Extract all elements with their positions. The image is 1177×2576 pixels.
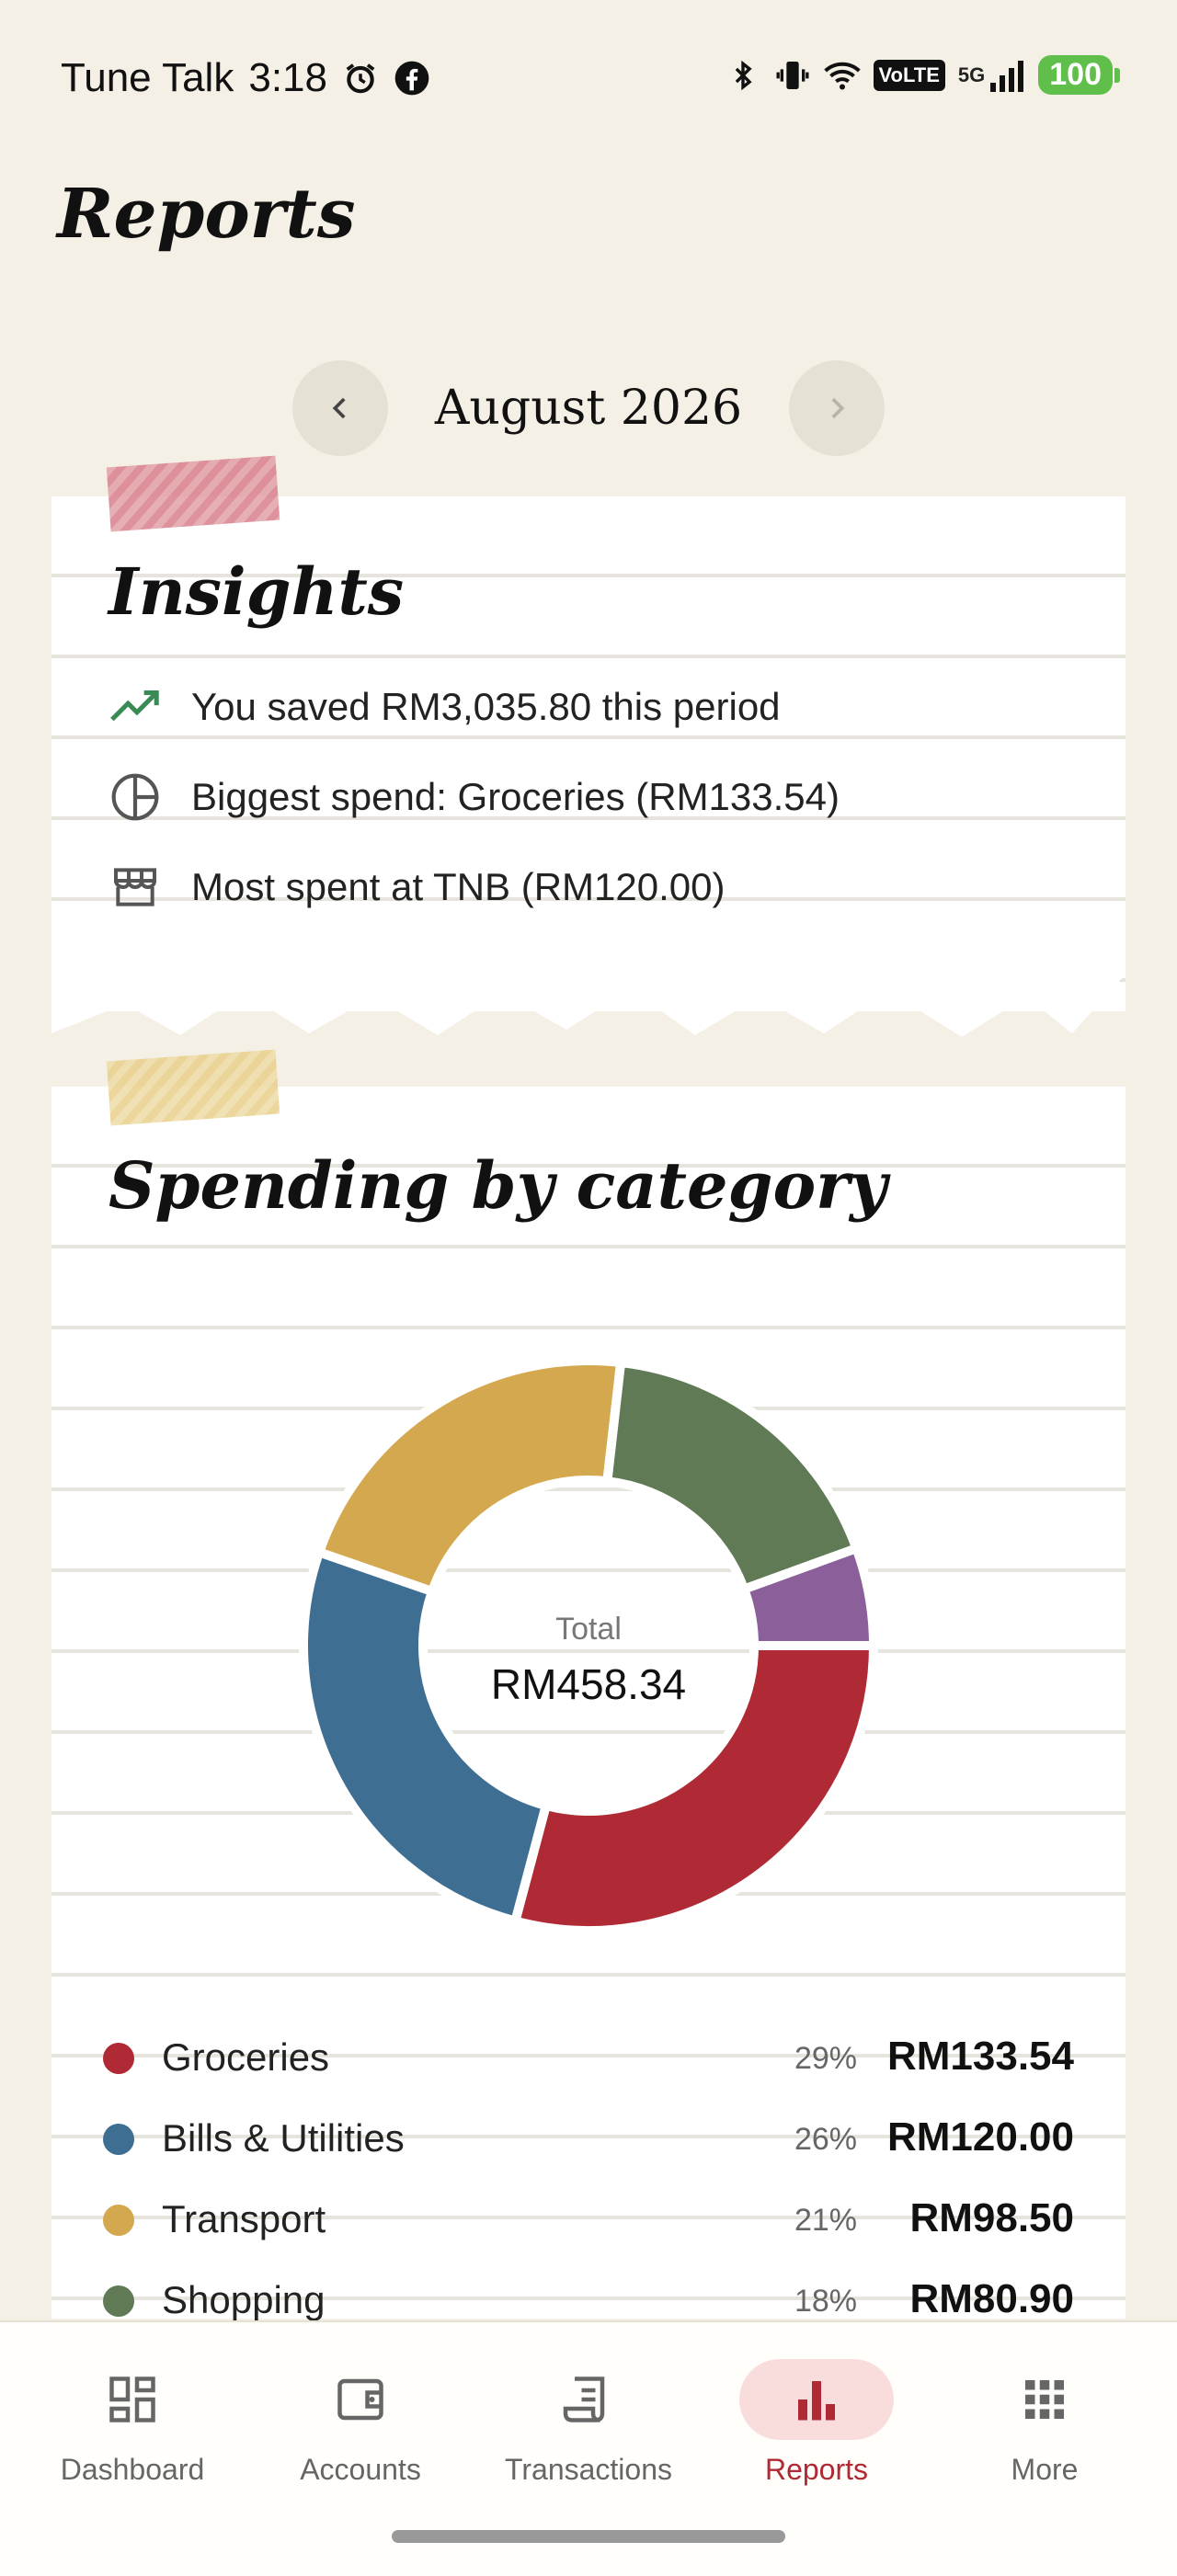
- donut-total-value: RM458.34: [491, 1660, 686, 1708]
- insight-text: Most spent at TNB (RM120.00): [191, 865, 726, 908]
- alarm-icon: [342, 60, 379, 97]
- legend-category: Transport: [162, 2197, 326, 2240]
- legend-percent: 21%: [794, 2203, 857, 2238]
- nav-reports[interactable]: Reports: [706, 2359, 927, 2487]
- network-type: 5G: [957, 63, 986, 86]
- donut-slice-transport[interactable]: [313, 1356, 626, 1598]
- pie-chart-icon: [109, 770, 162, 824]
- next-month-button[interactable]: [789, 360, 885, 456]
- bluetooth-icon: [725, 57, 761, 94]
- tape-decoration: [106, 1049, 280, 1126]
- battery-indicator: 100: [1038, 55, 1120, 95]
- legend-category: Groceries: [162, 2035, 330, 2079]
- insights-title: Insights: [109, 553, 405, 630]
- nav-label: Reports: [764, 2453, 869, 2486]
- dashboard-icon: [55, 2359, 210, 2440]
- nav-more[interactable]: More: [934, 2359, 1155, 2487]
- wifi-icon: [823, 57, 861, 94]
- insight-text: You saved RM3,035.80 this period: [191, 685, 781, 728]
- bar-chart-icon: [739, 2359, 894, 2440]
- status-bar: Tune Talk 3:18 VoLTE 5G 100: [0, 0, 1177, 156]
- legend-percent: 29%: [794, 2041, 857, 2076]
- legend-swatch: [103, 2043, 134, 2074]
- nav-label: Transactions: [505, 2453, 672, 2486]
- legend-percent: 26%: [794, 2122, 857, 2157]
- signal-icon: [988, 57, 1025, 94]
- donut-slice-shopping[interactable]: [601, 1357, 863, 1595]
- store-icon: [109, 861, 162, 914]
- insight-savings: You saved RM3,035.80 this period: [109, 680, 781, 734]
- volte-badge: VoLTE: [873, 59, 945, 91]
- donut-slice-bills-utilities[interactable]: [299, 1545, 552, 1927]
- legend-percent: 18%: [794, 2284, 857, 2319]
- vibrate-icon: [774, 57, 811, 94]
- nav-dashboard[interactable]: Dashboard: [22, 2359, 243, 2487]
- status-right: VoLTE 5G 100: [725, 55, 1120, 95]
- insight-biggest-spend: Biggest spend: Groceries (RM133.54): [109, 770, 840, 824]
- legend-amount: RM120.00: [886, 2114, 1074, 2160]
- wallet-icon: [283, 2359, 438, 2440]
- nav-label: Dashboard: [60, 2453, 205, 2486]
- tape-decoration: [106, 455, 280, 532]
- legend-swatch: [103, 2124, 134, 2155]
- legend-swatch: [103, 2285, 134, 2317]
- spending-title: Spending by category: [109, 1147, 887, 1224]
- insight-top-merchant: Most spent at TNB (RM120.00): [109, 861, 725, 914]
- page-title: Reports: [57, 175, 356, 254]
- torn-paper-edge: [51, 956, 1126, 1037]
- legend-category: Shopping: [162, 2278, 326, 2321]
- receipt-icon: [511, 2359, 666, 2440]
- legend-amount: RM98.50: [909, 2195, 1074, 2240]
- nav-label: Accounts: [300, 2453, 421, 2486]
- nav-label: More: [1011, 2453, 1079, 2486]
- legend-swatch: [103, 2205, 134, 2236]
- insights-card: Insights You saved RM3,035.80 this perio…: [51, 455, 1126, 1011]
- carrier-name: Tune Talk: [61, 55, 234, 100]
- facebook-icon: [394, 60, 430, 97]
- legend-row-groceries[interactable]: Groceries 29% RM133.54: [51, 2023, 1126, 2103]
- insight-text: Biggest spend: Groceries (RM133.54): [191, 775, 840, 818]
- grid-icon: [967, 2359, 1122, 2440]
- legend-amount: RM133.54: [886, 2034, 1074, 2079]
- period-label: August 2026: [434, 381, 743, 436]
- home-indicator[interactable]: [392, 2530, 785, 2543]
- legend-row-bills[interactable]: Bills & Utilities 26% RM120.00: [51, 2103, 1126, 2184]
- nav-accounts[interactable]: Accounts: [250, 2359, 471, 2487]
- period-selector: August 2026: [0, 360, 1177, 460]
- trending-up-icon: [109, 680, 162, 734]
- clock: 3:18: [248, 55, 327, 100]
- chevron-right-icon: [831, 397, 845, 419]
- spending-donut-chart: Total RM458.34: [299, 1356, 879, 1935]
- status-left: Tune Talk 3:18: [61, 55, 430, 101]
- donut-total-label: Total: [555, 1612, 622, 1647]
- legend-category: Bills & Utilities: [162, 2116, 405, 2160]
- legend-amount: RM80.90: [909, 2276, 1074, 2321]
- nav-transactions[interactable]: Transactions: [478, 2359, 699, 2487]
- legend-row-transport[interactable]: Transport 21% RM98.50: [51, 2184, 1126, 2265]
